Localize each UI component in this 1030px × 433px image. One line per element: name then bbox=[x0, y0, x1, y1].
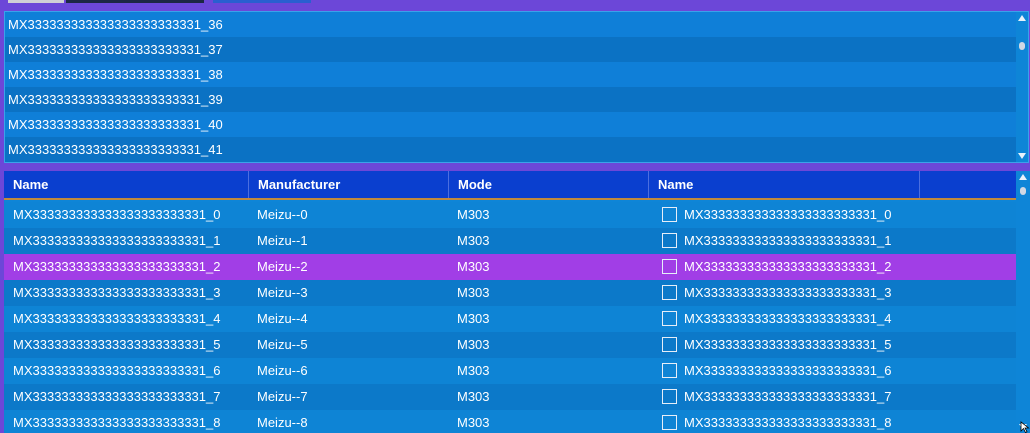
column-header-filler bbox=[920, 171, 1016, 198]
cell-check-name: MX333333333333333333333331_6 bbox=[684, 363, 892, 378]
list-item[interactable]: MX333333333333333333333331_41 bbox=[5, 137, 1016, 162]
scrollbar-thumb[interactable] bbox=[1020, 187, 1026, 195]
checkbox-icon[interactable] bbox=[662, 363, 677, 378]
table-row[interactable]: MX333333333333333333333331_0 Meizu--0 M303… bbox=[4, 202, 1016, 228]
table-row[interactable]: MX333333333333333333333331_3 Meizu--3 M303… bbox=[4, 280, 1016, 306]
cell-check-name: MX333333333333333333333331_2 bbox=[684, 259, 892, 274]
checkbox-icon[interactable] bbox=[662, 337, 677, 352]
cell-mode: M303 bbox=[457, 285, 490, 300]
cell-name: MX333333333333333333333331_7 bbox=[13, 389, 221, 404]
cell-manufacturer: Meizu--1 bbox=[257, 233, 308, 248]
cell-name: MX333333333333333333333331_0 bbox=[13, 207, 221, 222]
cell-mode: M303 bbox=[457, 415, 490, 430]
cell-mode: M303 bbox=[457, 363, 490, 378]
list-item[interactable]: MX333333333333333333333331_39 bbox=[5, 87, 1016, 112]
table-row[interactable]: MX333333333333333333333331_2 Meizu--2 M303… bbox=[4, 254, 1016, 280]
cell-manufacturer: Meizu--5 bbox=[257, 337, 308, 352]
cell-manufacturer: Meizu--7 bbox=[257, 389, 308, 404]
cell-manufacturer: Meizu--3 bbox=[257, 285, 308, 300]
cell-manufacturer: Meizu--8 bbox=[257, 415, 308, 430]
checkbox-icon[interactable] bbox=[662, 415, 677, 430]
list-item[interactable]: MX333333333333333333333331_36 bbox=[5, 12, 1016, 37]
cell-check-name: MX333333333333333333333331_4 bbox=[684, 311, 892, 326]
checkbox-icon[interactable] bbox=[662, 389, 677, 404]
column-header-mode[interactable]: Mode bbox=[449, 171, 649, 198]
scroll-up-arrow-icon[interactable] bbox=[1018, 15, 1026, 21]
checkbox-icon[interactable] bbox=[662, 259, 677, 274]
listbox-scrollbar[interactable] bbox=[1016, 12, 1028, 162]
scroll-down-arrow-icon[interactable] bbox=[1018, 153, 1026, 159]
checkbox-icon[interactable] bbox=[662, 311, 677, 326]
cell-check-name: MX333333333333333333333331_1 bbox=[684, 233, 892, 248]
grid-scrollbar[interactable] bbox=[1017, 171, 1030, 433]
tab-1[interactable] bbox=[8, 0, 64, 3]
table-row[interactable]: MX333333333333333333333331_7 Meizu--7 M303… bbox=[4, 384, 1016, 410]
cell-mode: M303 bbox=[457, 389, 490, 404]
list-item[interactable]: MX333333333333333333333331_37 bbox=[5, 37, 1016, 62]
cell-check-name: MX333333333333333333333331_8 bbox=[684, 415, 892, 430]
cell-mode: M303 bbox=[457, 311, 490, 326]
scrollbar-thumb[interactable] bbox=[1019, 42, 1025, 50]
cell-name: MX333333333333333333333331_4 bbox=[13, 311, 221, 326]
list-item[interactable]: MX333333333333333333333331_38 bbox=[5, 62, 1016, 87]
table-row[interactable]: MX333333333333333333333331_4 Meizu--4 M303… bbox=[4, 306, 1016, 332]
cell-check-name: MX333333333333333333333331_5 bbox=[684, 337, 892, 352]
cell-mode: M303 bbox=[457, 207, 490, 222]
table-row[interactable]: MX333333333333333333333331_5 Meizu--5 M303… bbox=[4, 332, 1016, 358]
cell-name: MX333333333333333333333331_6 bbox=[13, 363, 221, 378]
cell-manufacturer: Meizu--6 bbox=[257, 363, 308, 378]
cell-name: MX333333333333333333333331_1 bbox=[13, 233, 221, 248]
tab-3[interactable] bbox=[213, 0, 311, 3]
cell-check-name: MX333333333333333333333331_7 bbox=[684, 389, 892, 404]
device-listbox[interactable]: MX333333333333333333333331_36 MX333333333… bbox=[4, 11, 1029, 163]
cell-mode: M303 bbox=[457, 259, 490, 274]
tab-2[interactable] bbox=[66, 0, 204, 3]
cell-manufacturer: Meizu--2 bbox=[257, 259, 308, 274]
checkbox-icon[interactable] bbox=[662, 207, 677, 222]
column-header-check-name[interactable]: Name bbox=[649, 171, 920, 198]
table-row[interactable]: MX333333333333333333333331_8 Meizu--8 M303… bbox=[4, 410, 1016, 433]
grid-header: Name Manufacturer Mode Name bbox=[4, 171, 1016, 200]
cell-mode: M303 bbox=[457, 233, 490, 248]
column-header-name[interactable]: Name bbox=[4, 171, 249, 198]
cell-name: MX333333333333333333333331_8 bbox=[13, 415, 221, 430]
cell-mode: M303 bbox=[457, 337, 490, 352]
cell-manufacturer: Meizu--4 bbox=[257, 311, 308, 326]
mouse-cursor-icon bbox=[1020, 421, 1030, 433]
checkbox-icon[interactable] bbox=[662, 233, 677, 248]
scroll-up-arrow-icon[interactable] bbox=[1019, 174, 1027, 180]
cell-name: MX333333333333333333333331_3 bbox=[13, 285, 221, 300]
cell-check-name: MX333333333333333333333331_0 bbox=[684, 207, 892, 222]
cell-name: MX333333333333333333333331_5 bbox=[13, 337, 221, 352]
device-datagrid: Name Manufacturer Mode Name MX3333333333… bbox=[4, 171, 1030, 433]
cell-name: MX333333333333333333333331_2 bbox=[13, 259, 221, 274]
tab-strip bbox=[0, 0, 1030, 6]
column-header-manufacturer[interactable]: Manufacturer bbox=[249, 171, 449, 198]
cell-manufacturer: Meizu--0 bbox=[257, 207, 308, 222]
checkbox-icon[interactable] bbox=[662, 285, 677, 300]
table-row[interactable]: MX333333333333333333333331_1 Meizu--1 M303… bbox=[4, 228, 1016, 254]
cell-check-name: MX333333333333333333333331_3 bbox=[684, 285, 892, 300]
list-item[interactable]: MX333333333333333333333331_40 bbox=[5, 112, 1016, 137]
table-row[interactable]: MX333333333333333333333331_6 Meizu--6 M303… bbox=[4, 358, 1016, 384]
